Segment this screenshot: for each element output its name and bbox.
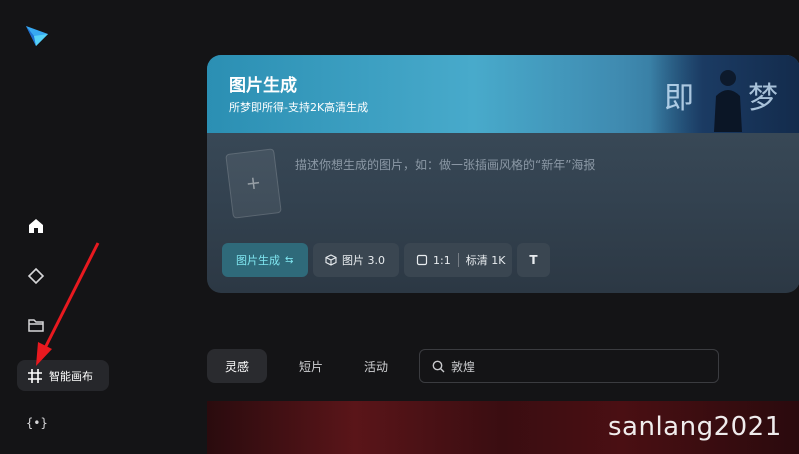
- canvas-grid-icon: [27, 368, 43, 384]
- home-icon[interactable]: [26, 216, 46, 236]
- card-subtitle: 所梦即所得-支持2K高清生成: [229, 101, 369, 114]
- banner-figure-image: [714, 70, 742, 132]
- tab-short-video[interactable]: 短片: [275, 349, 347, 383]
- prompt-input[interactable]: 描述你想生成的图片，如：做一张插画风格的“新年”海报: [295, 156, 595, 173]
- ratio-quality-button[interactable]: 1:1 标清 1K: [404, 243, 512, 277]
- mode-select-button[interactable]: 图片生成 ⇆: [222, 243, 308, 277]
- search-value: 敦煌: [451, 359, 476, 374]
- text-style-button[interactable]: T: [517, 243, 550, 277]
- code-braces-icon[interactable]: {•}: [26, 416, 48, 430]
- explore-diamond-icon[interactable]: [26, 266, 46, 286]
- cube-icon: [325, 254, 337, 266]
- watermark-text: sanlang2021: [608, 412, 782, 442]
- mode-label: 图片生成: [236, 254, 280, 267]
- divider: [457, 253, 459, 267]
- search-icon: [432, 360, 445, 373]
- tab-inspiration[interactable]: 灵感: [207, 349, 267, 383]
- swap-icon: ⇆: [285, 254, 294, 266]
- search-input[interactable]: 敦煌: [419, 349, 719, 383]
- model-label: 图片 3.0: [342, 254, 385, 267]
- text-style-icon: T: [529, 253, 538, 267]
- sidebar-item-label: 智能画布: [49, 369, 93, 383]
- sidebar: 智能画布 {•}: [0, 0, 130, 454]
- content-tabs: 灵感 短片 活动: [207, 349, 405, 383]
- banner-char: 梦: [748, 81, 778, 116]
- model-select-button[interactable]: 图片 3.0: [313, 243, 399, 277]
- ratio-label: 1:1: [433, 253, 451, 267]
- banner-char: 即: [664, 81, 694, 116]
- quality-label: 标清 1K: [465, 254, 506, 267]
- card-title: 图片生成: [229, 76, 297, 96]
- folder-icon[interactable]: [26, 315, 46, 335]
- aspect-ratio-icon: [416, 254, 428, 266]
- sidebar-item-smart-canvas[interactable]: 智能画布: [17, 360, 109, 391]
- plus-icon: +: [244, 172, 263, 195]
- app-logo-icon[interactable]: [24, 24, 50, 48]
- upload-image-button[interactable]: +: [225, 148, 282, 219]
- tab-activity[interactable]: 活动: [347, 349, 405, 383]
